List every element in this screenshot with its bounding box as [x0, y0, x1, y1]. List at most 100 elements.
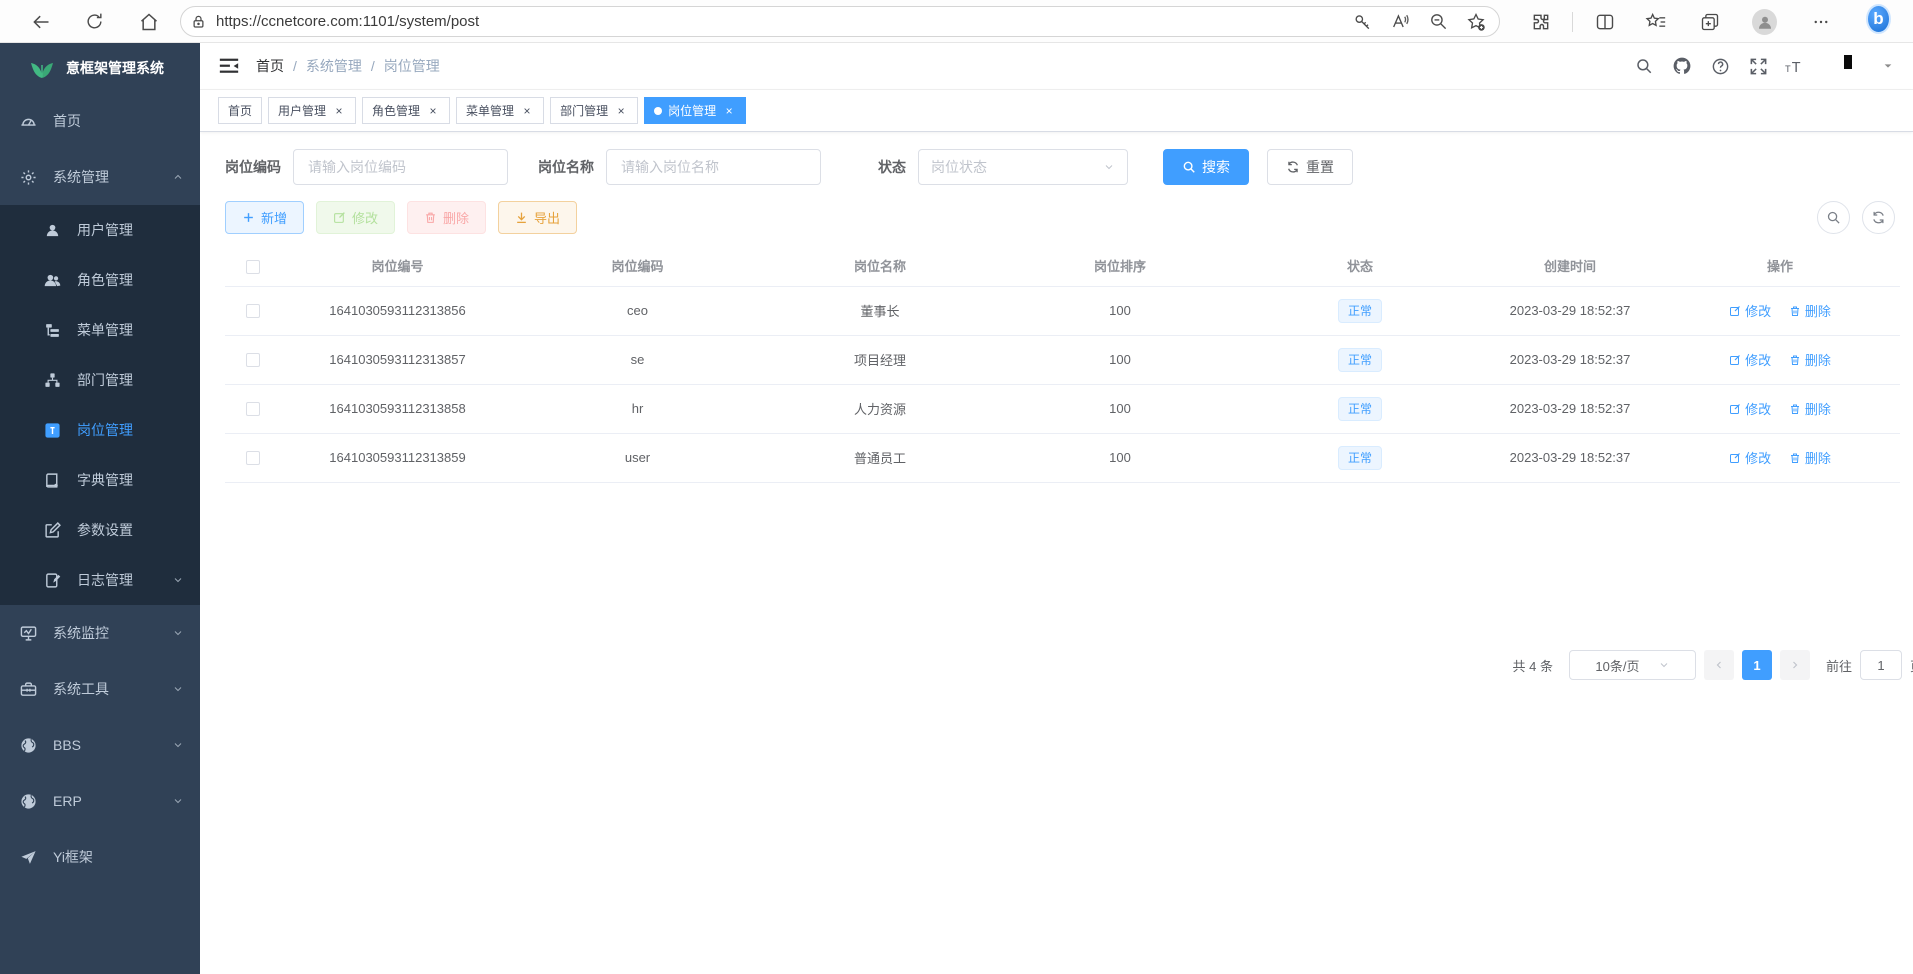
- tab-home[interactable]: 首页: [218, 97, 262, 124]
- search-button[interactable]: 搜索: [1163, 149, 1249, 185]
- close-icon[interactable]: ×: [426, 104, 440, 118]
- trash-icon: [1789, 305, 1801, 317]
- help-icon[interactable]: [1709, 55, 1731, 77]
- extensions-puzzle-icon[interactable]: [1528, 9, 1553, 34]
- collections-icon[interactable]: [1697, 9, 1722, 34]
- header-search-icon[interactable]: [1633, 55, 1655, 77]
- row-delete-link[interactable]: 删除: [1789, 448, 1831, 467]
- sidebar-item-dict-mgmt[interactable]: 字典管理: [0, 455, 200, 505]
- add-button[interactable]: 新增: [225, 201, 304, 234]
- lock-icon[interactable]: [191, 14, 206, 30]
- sidebar-item-param-settings[interactable]: 参数设置: [0, 505, 200, 555]
- close-icon[interactable]: ×: [722, 104, 736, 118]
- post-code-input[interactable]: [293, 149, 508, 185]
- row-delete-link[interactable]: 删除: [1789, 301, 1831, 320]
- row-checkbox[interactable]: [246, 402, 260, 416]
- sidebar-item-dept-mgmt[interactable]: 部门管理: [0, 355, 200, 405]
- sidebar-item-role-mgmt[interactable]: 角色管理: [0, 255, 200, 305]
- edit-square-icon: [44, 522, 61, 539]
- row-edit-link[interactable]: 修改: [1729, 399, 1771, 418]
- tab-user-mgmt[interactable]: 用户管理 ×: [268, 97, 356, 124]
- close-icon[interactable]: ×: [520, 104, 534, 118]
- breadcrumb-home[interactable]: 首页: [256, 56, 284, 76]
- select-all-checkbox[interactable]: [246, 260, 260, 274]
- users-icon: [44, 272, 61, 289]
- sidebar-item-post-mgmt[interactable]: 岗位管理: [0, 405, 200, 455]
- tab-dept-mgmt[interactable]: 部门管理 ×: [550, 97, 638, 124]
- fullscreen-icon[interactable]: [1747, 55, 1769, 77]
- favorites-bar-icon[interactable]: [1643, 9, 1668, 34]
- cell-post-sort: 100: [1000, 335, 1240, 384]
- row-edit-link[interactable]: 修改: [1729, 301, 1771, 320]
- table-row[interactable]: 1641030593112313858 hr 人力资源 100 正常 2023-…: [225, 384, 1900, 433]
- password-key-icon[interactable]: [1349, 9, 1375, 35]
- trash-icon: [1789, 452, 1801, 464]
- page-size-select[interactable]: 10条/页: [1569, 650, 1696, 680]
- breadcrumb-system[interactable]: 系统管理: [306, 56, 362, 76]
- table-row[interactable]: 1641030593112313859 user 普通员工 100 正常 202…: [225, 433, 1900, 482]
- row-checkbox[interactable]: [246, 353, 260, 367]
- delete-button[interactable]: 删除: [407, 201, 486, 234]
- refresh-table-icon[interactable]: [1862, 201, 1895, 234]
- sidebar-item-label: 系统监控: [53, 623, 156, 643]
- favorite-add-star-icon[interactable]: [1463, 9, 1489, 35]
- url-text[interactable]: https://ccnetcore.com:1101/system/post: [216, 13, 1337, 30]
- download-icon: [515, 211, 528, 224]
- user-menu-caret-icon[interactable]: [1883, 61, 1893, 71]
- zoom-out-icon[interactable]: [1425, 9, 1451, 35]
- close-icon[interactable]: ×: [332, 104, 346, 118]
- current-page-button[interactable]: 1: [1742, 650, 1772, 680]
- sidebar-item-user-mgmt[interactable]: 用户管理: [0, 205, 200, 255]
- table-row[interactable]: 1641030593112313857 se 项目经理 100 正常 2023-…: [225, 335, 1900, 384]
- sidebar-item-menu-mgmt[interactable]: 菜单管理: [0, 305, 200, 355]
- dashboard-icon: [20, 113, 37, 130]
- sidebar-collapse-icon[interactable]: [218, 55, 240, 77]
- sidebar-item-log-mgmt[interactable]: 日志管理: [0, 555, 200, 605]
- read-aloud-icon[interactable]: [1387, 9, 1413, 35]
- browser-refresh-icon[interactable]: [82, 9, 107, 34]
- sidebar-item-bbs[interactable]: BBS: [0, 717, 200, 773]
- sidebar-item-home[interactable]: 首页: [0, 93, 200, 149]
- browser-profile-avatar[interactable]: [1752, 9, 1777, 34]
- cell-post-sort: 100: [1000, 433, 1240, 482]
- col-post-id: 岗位编号: [280, 246, 515, 286]
- font-size-icon[interactable]: TT: [1785, 55, 1807, 77]
- user-avatar[interactable]: [1833, 50, 1865, 82]
- browser-menu-dots-icon[interactable]: [1808, 9, 1833, 34]
- tab-role-mgmt[interactable]: 角色管理 ×: [362, 97, 450, 124]
- browser-back-icon[interactable]: [28, 9, 53, 34]
- row-delete-link[interactable]: 删除: [1789, 399, 1831, 418]
- tab-menu-mgmt[interactable]: 菜单管理 ×: [456, 97, 544, 124]
- reset-button[interactable]: 重置: [1267, 149, 1353, 185]
- github-icon[interactable]: [1671, 55, 1693, 77]
- sidebar-item-yi-framework[interactable]: Yi框架: [0, 829, 200, 885]
- row-checkbox[interactable]: [246, 304, 260, 318]
- bing-chat-icon[interactable]: b: [1866, 6, 1891, 31]
- prev-page-button[interactable]: [1704, 650, 1734, 680]
- row-delete-link[interactable]: 删除: [1789, 350, 1831, 369]
- goto-page-input[interactable]: [1860, 650, 1902, 680]
- export-button[interactable]: 导出: [498, 201, 577, 234]
- chevron-down-icon: [172, 739, 184, 751]
- sidebar-item-label: 参数设置: [77, 520, 184, 540]
- search-icon: [1182, 160, 1196, 174]
- sidebar-item-system-monitor[interactable]: 系统监控: [0, 605, 200, 661]
- browser-home-icon[interactable]: [136, 9, 161, 34]
- next-page-button[interactable]: [1780, 650, 1810, 680]
- split-screen-icon[interactable]: [1592, 9, 1617, 34]
- row-edit-link[interactable]: 修改: [1729, 448, 1771, 467]
- app-logo-row[interactable]: 意框架管理系统: [0, 43, 200, 93]
- close-icon[interactable]: ×: [614, 104, 628, 118]
- edit-button[interactable]: 修改: [316, 201, 395, 234]
- row-checkbox[interactable]: [246, 451, 260, 465]
- sidebar-item-erp[interactable]: ERP: [0, 773, 200, 829]
- post-name-input[interactable]: [606, 149, 821, 185]
- sidebar-item-system-tools[interactable]: 系统工具: [0, 661, 200, 717]
- table-row[interactable]: 1641030593112313856 ceo 董事长 100 正常 2023-…: [225, 286, 1900, 335]
- sidebar-item-system-mgmt[interactable]: 系统管理: [0, 149, 200, 205]
- tab-post-mgmt[interactable]: 岗位管理 ×: [644, 97, 746, 124]
- status-select[interactable]: 岗位状态: [918, 149, 1128, 185]
- address-bar[interactable]: https://ccnetcore.com:1101/system/post: [180, 6, 1500, 37]
- row-edit-link[interactable]: 修改: [1729, 350, 1771, 369]
- toggle-search-icon[interactable]: [1817, 201, 1850, 234]
